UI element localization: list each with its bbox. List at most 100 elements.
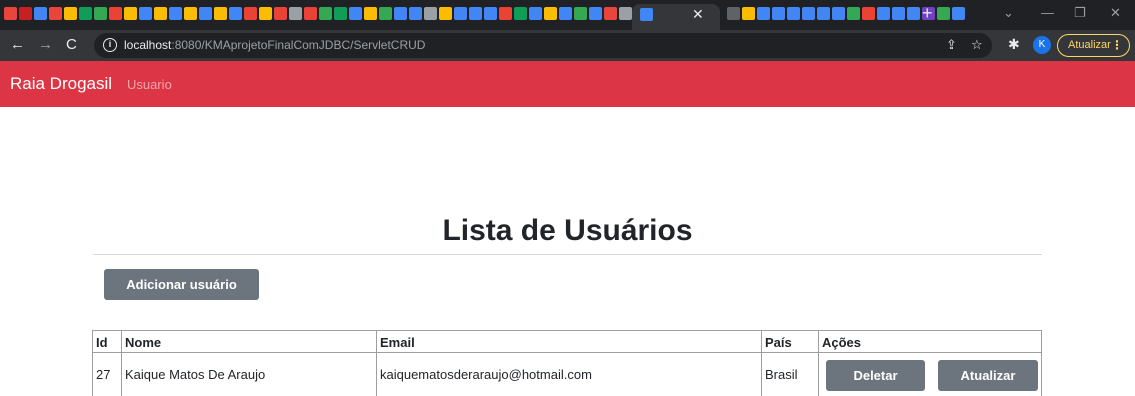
tab-favicon[interactable] [289,7,302,20]
browser-update-label: Atualizar [1068,39,1111,51]
tab-favicon[interactable] [604,7,617,20]
url-path: :8080/KMAprojetoFinalComJDBC/ServletCRUD [171,38,426,52]
address-bar[interactable]: i localhost:8080/KMAprojetoFinalComJDBC/… [94,33,992,58]
tab-favicon[interactable] [877,7,890,20]
tab-favicon[interactable] [274,7,287,20]
tab-favicon[interactable] [727,7,740,20]
tab-favicon[interactable] [499,7,512,20]
tab-favicon[interactable] [454,7,467,20]
active-tab-favicon [640,8,653,21]
tab-favicon[interactable] [529,7,542,20]
tab-favicon[interactable] [469,7,482,20]
tab-favicon[interactable] [589,7,602,20]
tab-favicon[interactable] [439,7,452,20]
tab-favicon[interactable] [544,7,557,20]
tab-favicon[interactable] [169,7,182,20]
column-header-pais: País [761,330,819,353]
table-row: 27 Kaique Matos De Araujo kaiquematosder… [92,352,1042,396]
tab-favicon[interactable] [364,7,377,20]
tab-favicon[interactable] [802,7,815,20]
tab-favicon[interactable] [847,7,860,20]
new-tab-icon[interactable]: + [922,3,933,24]
active-tab[interactable] [632,4,720,30]
tab-favicon[interactable] [229,7,242,20]
tab-favicon[interactable] [424,7,437,20]
tab-favicon[interactable] [214,7,227,20]
table-header-row: Id Nome Email País Ações [92,330,1042,353]
column-header-nome: Nome [121,330,377,353]
tab-favicon[interactable] [832,7,845,20]
column-header-id: Id [92,330,122,353]
tab-favicon[interactable] [349,7,362,20]
tab-favicon[interactable] [574,7,587,20]
bookmark-star-icon[interactable]: ☆ [971,37,983,53]
tab-favicon[interactable] [817,7,830,20]
browser-tab-strip: ✕ + ⌄ — ❐ ✕ [0,0,1135,30]
tab-favicon[interactable] [94,7,107,20]
tab-favicons[interactable] [4,7,647,20]
close-window-icon[interactable]: ✕ [1110,5,1121,21]
tab-favicon[interactable] [619,7,632,20]
forward-icon[interactable]: → [38,36,53,53]
site-info-icon[interactable]: i [103,38,117,52]
url-host: localhost [124,38,172,52]
update-button[interactable]: Atualizar [938,360,1038,391]
tab-favicon[interactable] [484,7,497,20]
column-header-acoes: Ações [818,330,1042,353]
add-user-button[interactable]: Adicionar usuário [104,269,259,300]
tab-favicon[interactable] [952,7,965,20]
tab-favicon[interactable] [154,7,167,20]
users-table: Id Nome Email País Ações 27 Kaique Matos… [92,330,1042,396]
delete-button[interactable]: Deletar [826,360,925,391]
cell-nome: Kaique Matos De Araujo [121,352,377,396]
tab-favicon[interactable] [124,7,137,20]
tab-favicon[interactable] [394,7,407,20]
profile-avatar[interactable]: K [1033,36,1051,54]
tab-favicon[interactable] [334,7,347,20]
minimize-icon[interactable]: — [1041,5,1054,20]
tab-favicon[interactable] [139,7,152,20]
tab-favicon[interactable] [49,7,62,20]
tab-favicon[interactable] [787,7,800,20]
tab-favicon[interactable] [109,7,122,20]
tab-favicon[interactable] [244,7,257,20]
title-divider [93,254,1042,255]
tab-favicon[interactable] [742,7,755,20]
back-icon[interactable]: ← [10,36,25,53]
kebab-menu-icon: ⋮ [1111,38,1123,52]
tab-favicon[interactable] [379,7,392,20]
tab-favicon[interactable] [259,7,272,20]
tab-favicon[interactable] [862,7,875,20]
tab-favicon[interactable] [757,7,770,20]
reload-icon[interactable]: C [66,36,77,53]
tab-favicon[interactable] [907,7,920,20]
url-text[interactable]: localhost:8080/KMAprojetoFinalComJDBC/Se… [124,38,425,52]
tab-favicon[interactable] [304,7,317,20]
tab-favicon[interactable] [34,7,47,20]
tab-favicon[interactable] [937,7,950,20]
tab-favicon[interactable] [199,7,212,20]
tab-favicon[interactable] [4,7,17,20]
tab-favicon[interactable] [409,7,422,20]
tab-favicon[interactable] [892,7,905,20]
restore-icon[interactable]: ❐ [1074,5,1086,21]
nav-link-usuario[interactable]: Usuario [127,77,172,92]
tab-favicon[interactable] [79,7,92,20]
cell-pais: Brasil [761,352,819,396]
tab-favicon[interactable] [559,7,572,20]
share-icon[interactable]: ⇪ [946,37,957,53]
browser-update-button[interactable]: Atualizar ⋮ [1057,34,1130,57]
tab-favicon[interactable] [772,7,785,20]
cell-email: kaiquematosderaraujo@hotmail.com [376,352,762,396]
tab-favicon[interactable] [19,7,32,20]
brand-link[interactable]: Raia Drogasil [10,74,112,94]
cell-acoes: Deletar Atualizar [818,352,1042,396]
tab-search-icon[interactable]: ⌄ [1003,5,1014,21]
extensions-icon[interactable]: ✱ [1008,36,1020,53]
tab-favicon[interactable] [514,7,527,20]
tab-favicon[interactable] [184,7,197,20]
tab-favicon[interactable] [64,7,77,20]
column-header-email: Email [376,330,762,353]
tab-favicon[interactable] [319,7,332,20]
tab-close-icon[interactable]: ✕ [692,6,704,23]
